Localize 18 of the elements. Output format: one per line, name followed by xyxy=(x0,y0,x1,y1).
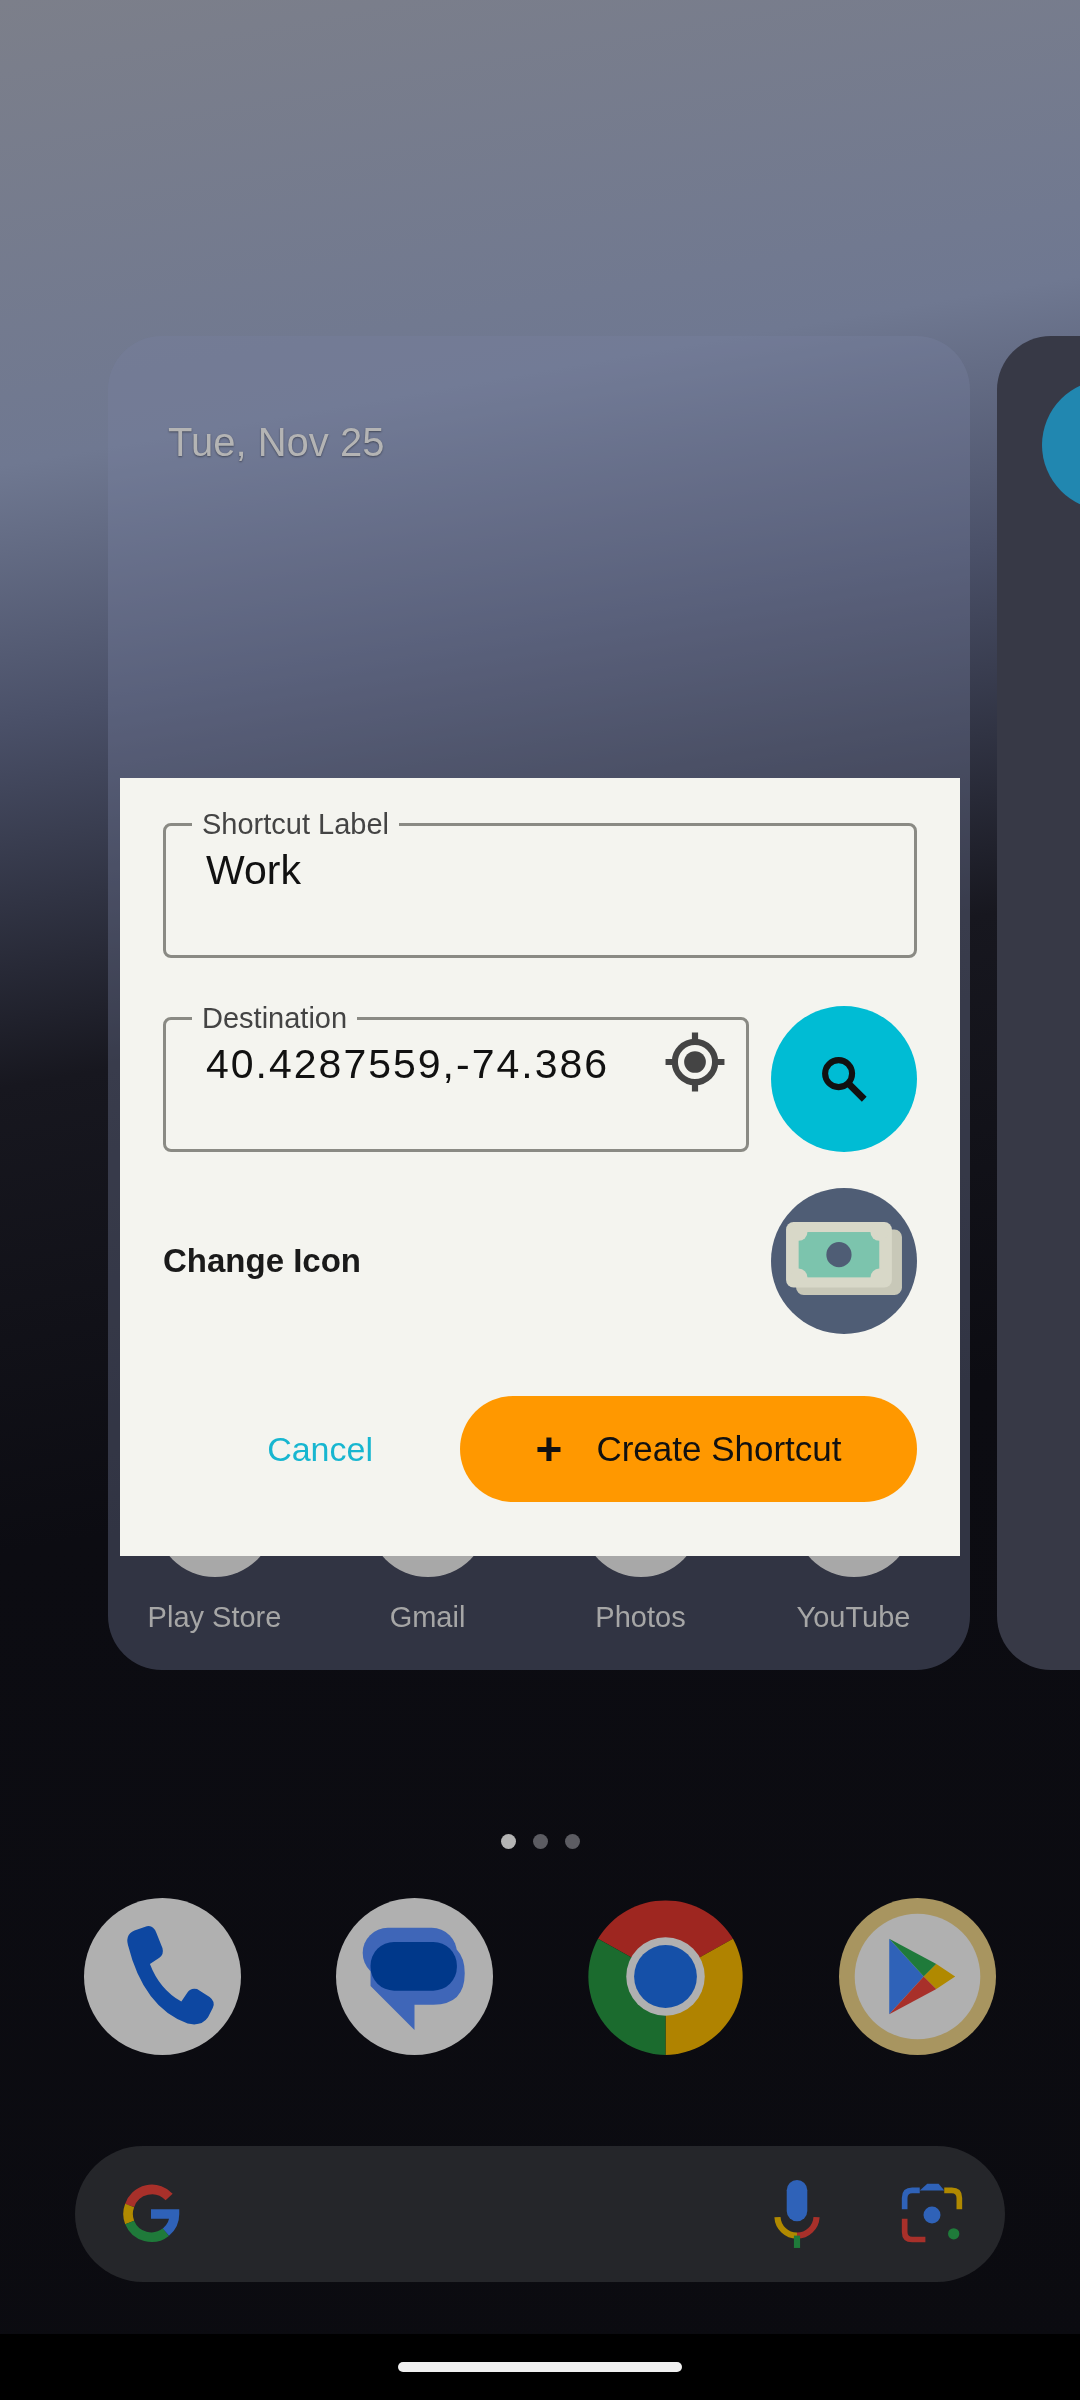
app-label[interactable]: YouTube xyxy=(796,1601,911,1634)
store-icon[interactable] xyxy=(838,1898,996,2055)
field-value: Work xyxy=(206,847,301,894)
date-text: Tue, Nov 25 xyxy=(168,420,385,465)
create-shortcut-button[interactable]: + Create Shortcut xyxy=(460,1396,917,1502)
microphone-icon[interactable] xyxy=(771,2178,823,2250)
field-value: 40.4287559,-74.386 xyxy=(206,1041,611,1088)
app-label[interactable]: Gmail xyxy=(389,1601,466,1634)
home-handle[interactable] xyxy=(398,2362,682,2372)
app-label[interactable]: Play Store xyxy=(147,1601,282,1634)
field-label: Shortcut Label xyxy=(201,808,390,841)
location-target-icon[interactable] xyxy=(664,1031,726,1093)
app-label[interactable]: Photos xyxy=(595,1601,686,1634)
message-icon[interactable] xyxy=(335,1898,493,2055)
change-icon-label: Change Icon xyxy=(163,1242,362,1280)
field-label: Destination xyxy=(201,1002,349,1035)
phone-icon[interactable] xyxy=(84,1898,241,2055)
browser-icon[interactable] xyxy=(587,1898,745,2055)
